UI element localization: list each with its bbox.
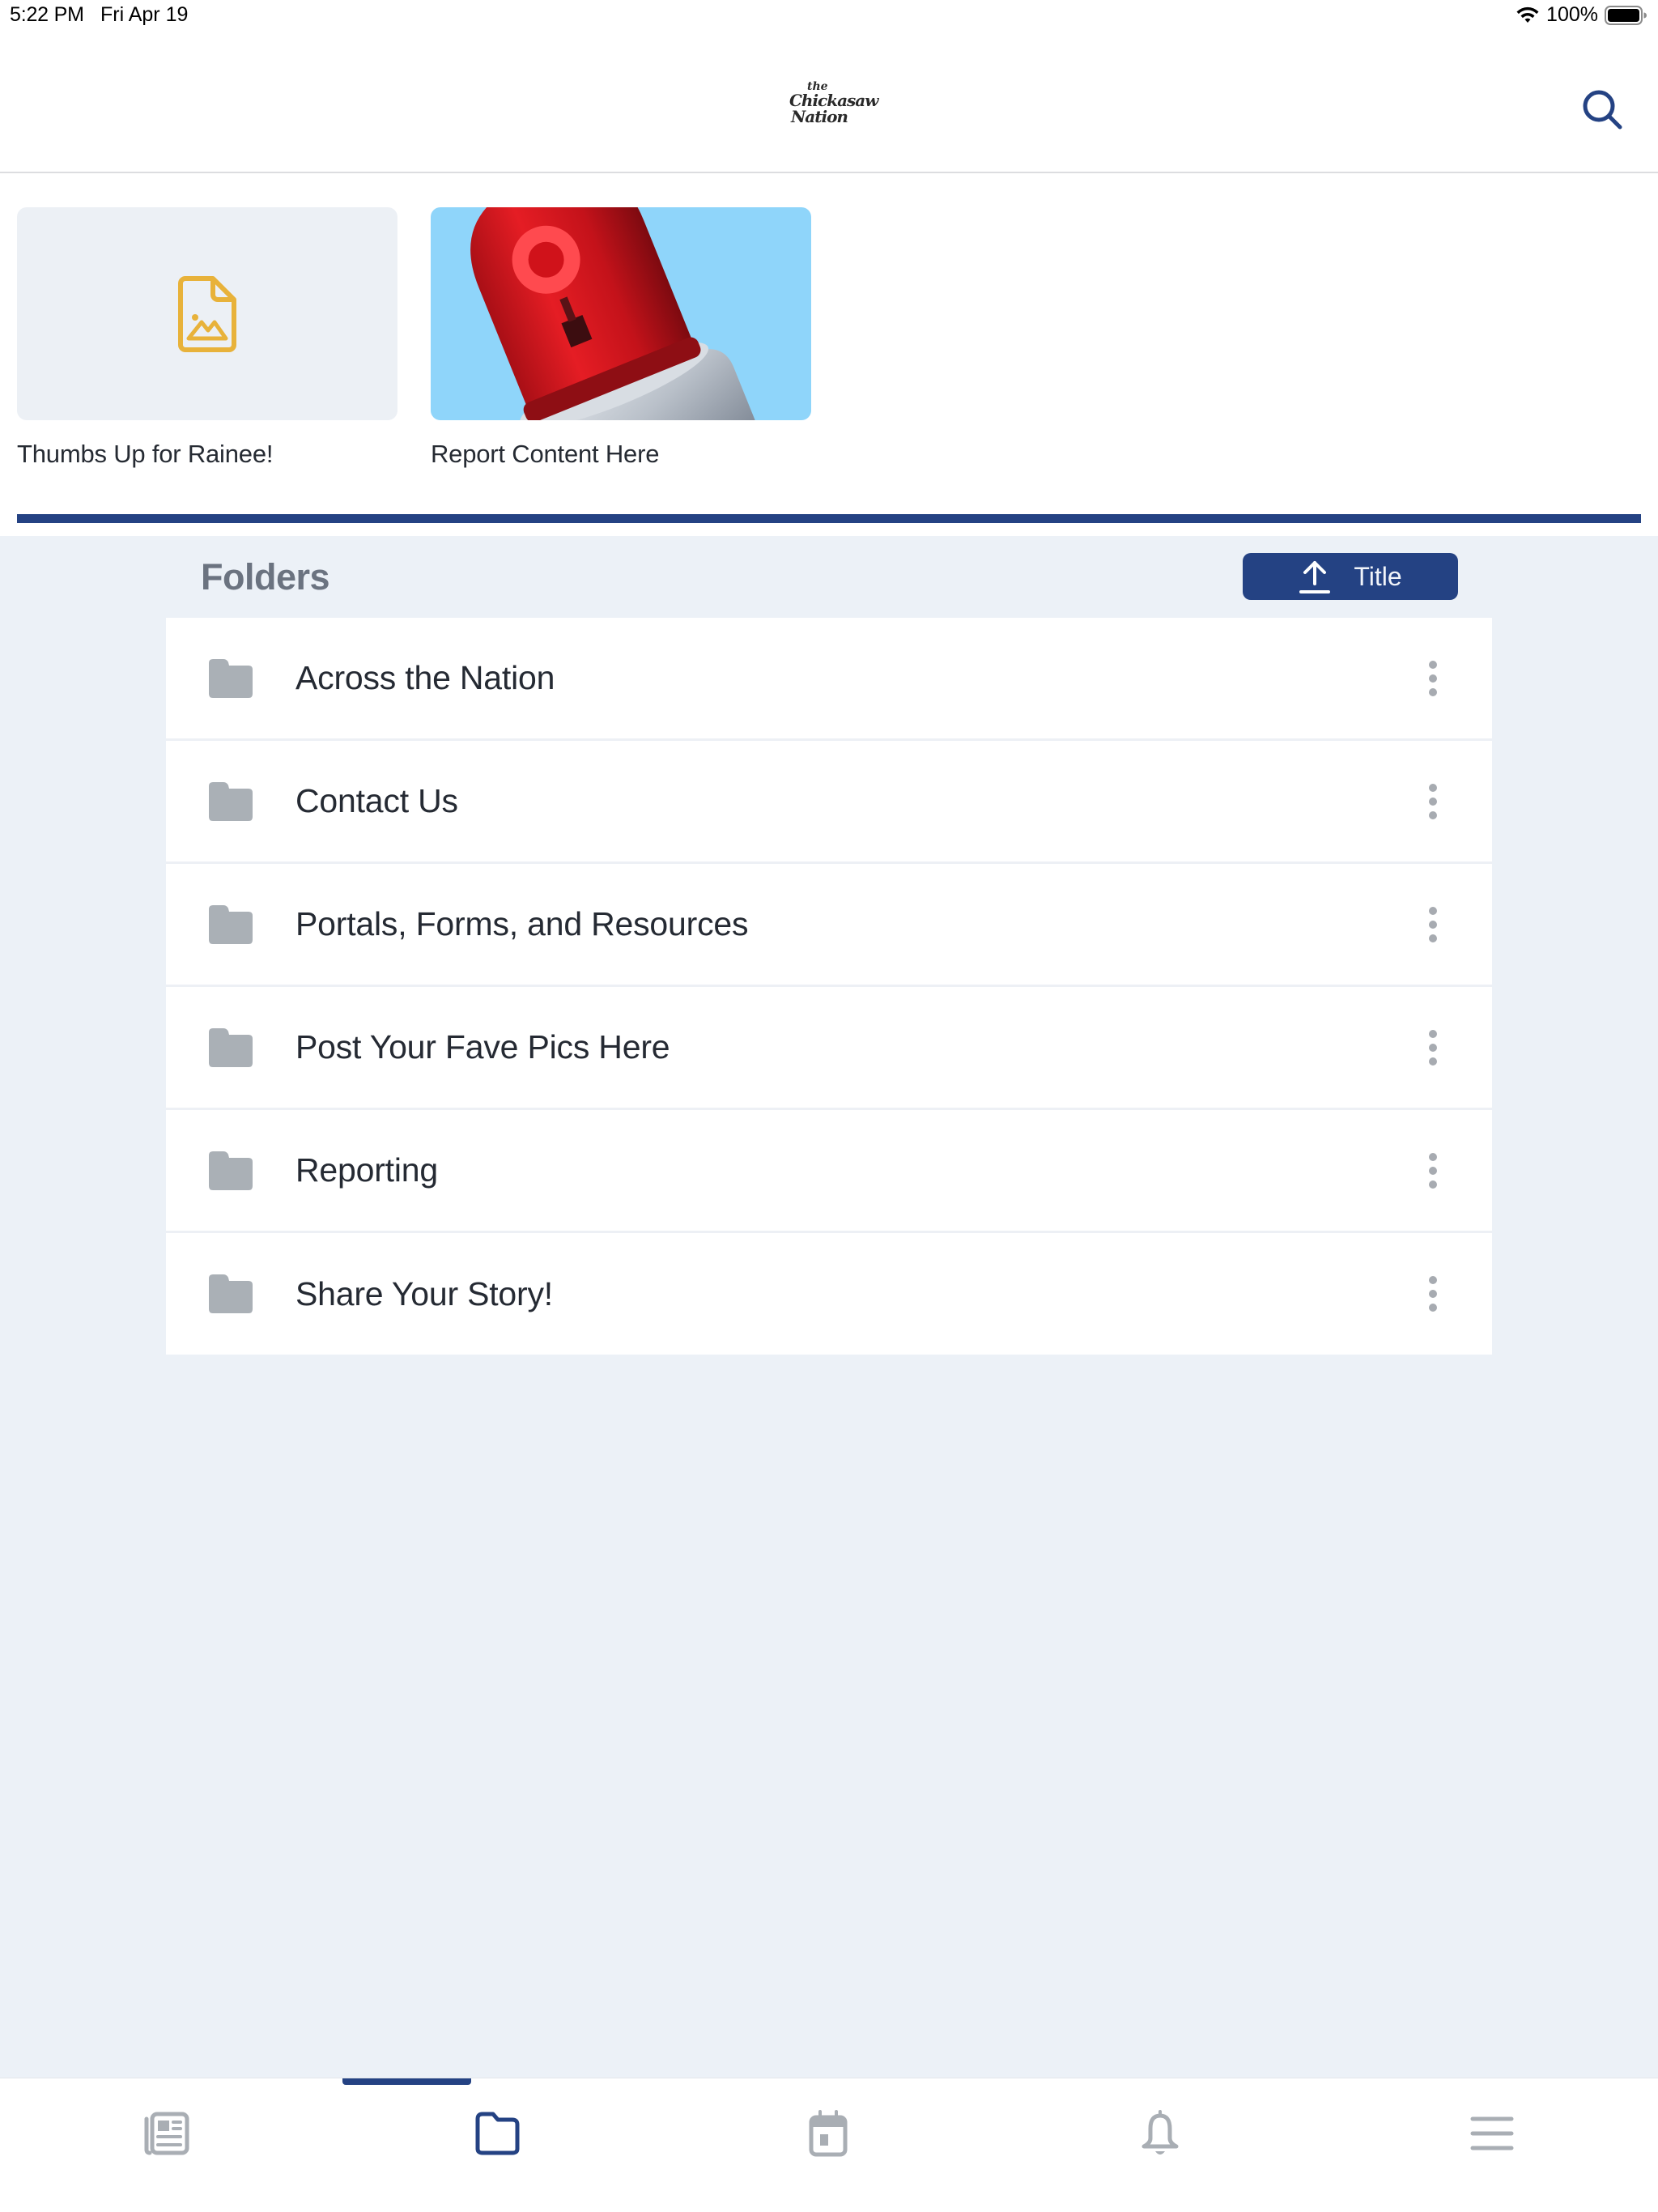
more-dot-icon xyxy=(1429,906,1437,915)
folder-row[interactable]: Share Your Story! xyxy=(166,1233,1492,1355)
more-options-button[interactable] xyxy=(1413,896,1453,953)
tab-news[interactable] xyxy=(121,2093,210,2174)
tab-folders[interactable] xyxy=(453,2093,542,2174)
section-divider xyxy=(17,514,1641,523)
more-dot-icon xyxy=(1429,1029,1437,1038)
more-dot-icon xyxy=(1429,1180,1437,1189)
folders-heading: Folders xyxy=(201,556,330,598)
folder-icon xyxy=(209,1151,253,1190)
calendar-icon xyxy=(809,2110,848,2157)
image-file-placeholder-icon xyxy=(178,275,236,352)
sort-label: Title xyxy=(1354,561,1402,591)
sort-by-title-button[interactable]: Title xyxy=(1243,553,1458,600)
app-header: the Chickasaw Nation xyxy=(0,36,1658,173)
featured-card[interactable]: Report Content Here xyxy=(431,207,811,469)
more-dot-icon xyxy=(1429,1057,1437,1066)
featured-content: Thumbs Up for Rainee! Report Content Her… xyxy=(0,173,1658,536)
more-dot-icon xyxy=(1429,797,1437,806)
card-thumbnail xyxy=(17,207,397,420)
more-dot-icon xyxy=(1429,810,1437,819)
wifi-icon xyxy=(1516,6,1539,23)
more-dot-icon xyxy=(1429,920,1437,929)
card-title: Report Content Here xyxy=(431,440,660,468)
logo-line-1: Chickasaw xyxy=(789,91,878,110)
folder-row[interactable]: Across the Nation xyxy=(166,618,1492,741)
more-options-button[interactable] xyxy=(1413,650,1453,707)
folder-name: Share Your Story! xyxy=(295,1274,553,1312)
folder-icon xyxy=(209,1027,253,1067)
folder-icon xyxy=(209,904,253,944)
more-dot-icon xyxy=(1429,1152,1437,1161)
bell-icon xyxy=(1141,2110,1179,2155)
more-dot-icon xyxy=(1429,660,1437,669)
folder-row[interactable]: Post Your Fave Pics Here xyxy=(166,987,1492,1110)
battery-percent: 100% xyxy=(1546,3,1598,26)
more-dot-icon xyxy=(1429,1304,1437,1312)
red-siren-light-image xyxy=(470,207,759,420)
tab-calendar[interactable] xyxy=(784,2093,873,2174)
folder-icon xyxy=(209,658,253,698)
more-dot-icon xyxy=(1429,783,1437,792)
logo-line-2: Nation xyxy=(791,107,848,126)
folder-row[interactable]: Contact Us xyxy=(166,741,1492,864)
more-dot-icon xyxy=(1429,1276,1437,1284)
more-options-button[interactable] xyxy=(1413,1266,1453,1322)
folder-name: Contact Us xyxy=(295,782,458,819)
more-dot-icon xyxy=(1429,687,1437,696)
active-tab-indicator xyxy=(342,2078,471,2085)
folder-name: Post Your Fave Pics Here xyxy=(295,1028,670,1066)
more-dot-icon xyxy=(1429,934,1437,942)
folders-section: Folders Title Across the Nation Contact … xyxy=(0,536,1658,2078)
hamburger-menu-icon xyxy=(1470,2116,1514,2150)
more-dot-icon xyxy=(1429,1043,1437,1052)
bottom-tab-bar xyxy=(0,2078,1658,2212)
folder-name: Across the Nation xyxy=(295,659,555,696)
more-dot-icon xyxy=(1429,674,1437,683)
status-bar: 5:22 PM Fri Apr 19 100% xyxy=(0,0,1658,36)
card-thumbnail xyxy=(431,207,811,420)
more-options-button[interactable] xyxy=(1413,773,1453,830)
folder-icon xyxy=(209,1274,253,1313)
folder-name: Reporting xyxy=(295,1151,438,1189)
tab-menu[interactable] xyxy=(1448,2093,1537,2174)
folder-icon xyxy=(209,781,253,821)
sort-upload-arrow-icon xyxy=(1299,561,1331,593)
more-options-button[interactable] xyxy=(1413,1142,1453,1199)
featured-card[interactable]: Thumbs Up for Rainee! xyxy=(17,207,397,469)
card-title: Thumbs Up for Rainee! xyxy=(17,440,274,468)
more-dot-icon xyxy=(1429,1290,1437,1298)
chickasaw-nation-logo: the Chickasaw Nation xyxy=(789,81,878,131)
folder-row[interactable]: Reporting xyxy=(166,1110,1492,1233)
tab-notifications[interactable] xyxy=(1116,2093,1205,2174)
search-button[interactable] xyxy=(1574,81,1632,139)
folder-list: Across the Nation Contact Us Portals, Fo… xyxy=(166,618,1492,1355)
status-time: 5:22 PM xyxy=(10,3,84,26)
folder-row[interactable]: Portals, Forms, and Resources xyxy=(166,864,1492,987)
search-icon xyxy=(1583,90,1622,130)
folder-name: Portals, Forms, and Resources xyxy=(295,905,749,942)
battery-full-icon xyxy=(1605,5,1647,25)
more-dot-icon xyxy=(1429,1166,1437,1175)
folder-icon xyxy=(475,2112,520,2155)
newspaper-icon xyxy=(144,2112,189,2155)
status-indicators: 100% xyxy=(1516,3,1647,27)
more-options-button[interactable] xyxy=(1413,1019,1453,1076)
status-date: Fri Apr 19 xyxy=(100,3,189,26)
